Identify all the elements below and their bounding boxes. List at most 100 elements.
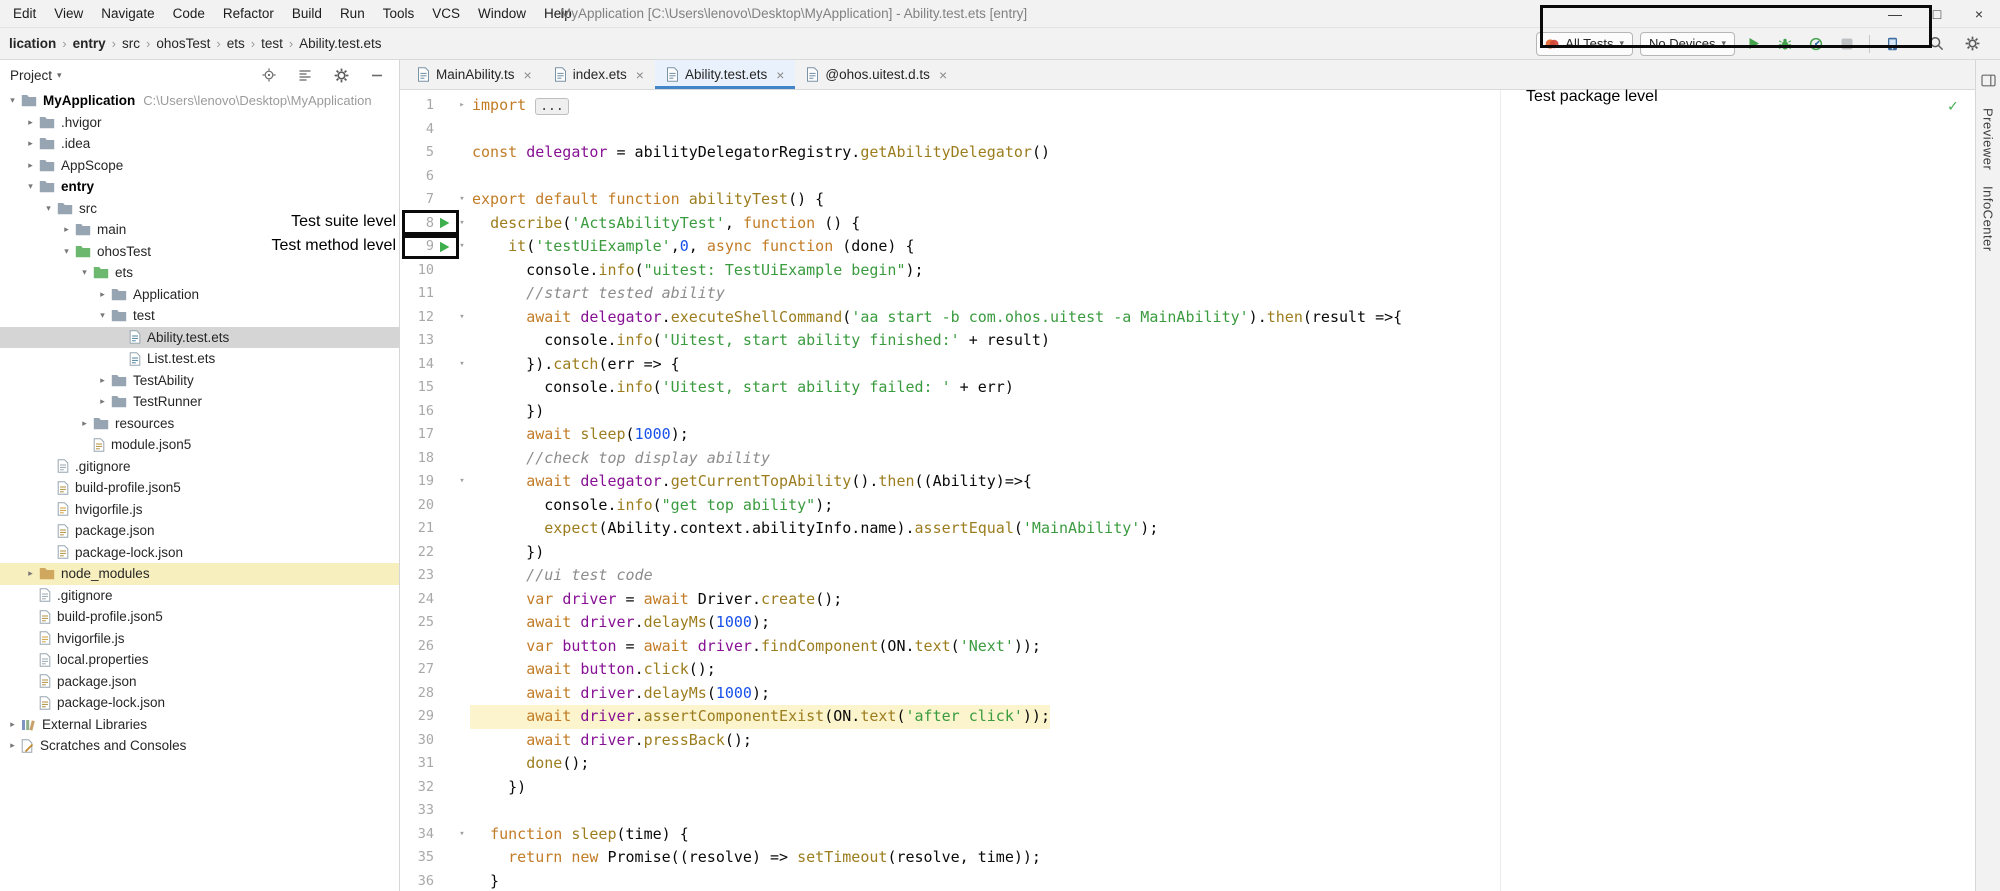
collapse-all-button[interactable] bbox=[293, 63, 317, 87]
code-line-22[interactable]: 22 }) bbox=[400, 541, 1975, 565]
menu-view[interactable]: View bbox=[45, 6, 92, 21]
menu-window[interactable]: Window bbox=[469, 6, 535, 21]
close-tab-icon[interactable]: × bbox=[636, 67, 644, 83]
tool-window-button-infocenter[interactable]: InfoCenter bbox=[1981, 186, 1996, 252]
tree-item-ets[interactable]: ▾ets bbox=[0, 262, 399, 284]
chevron-collapsed-icon[interactable]: ▸ bbox=[24, 568, 37, 579]
fold-open-icon[interactable]: ▾ bbox=[454, 188, 470, 212]
chevron-collapsed-icon[interactable]: ▸ bbox=[78, 418, 91, 429]
code-line-14[interactable]: 14▾ }).catch(err => { bbox=[400, 353, 1975, 377]
menu-refactor[interactable]: Refactor bbox=[214, 6, 283, 21]
menu-edit[interactable]: Edit bbox=[4, 6, 45, 21]
tree-item-build-profile-json5[interactable]: build-profile.json5 bbox=[0, 477, 399, 499]
debug-button[interactable] bbox=[1773, 32, 1797, 56]
chevron-expanded-icon[interactable]: ▾ bbox=[60, 246, 73, 257]
code-line-10[interactable]: 10 console.info("uitest: TestUiExample b… bbox=[400, 259, 1975, 283]
code-line-27[interactable]: 27 await button.click(); bbox=[400, 658, 1975, 682]
chevron-expanded-icon[interactable]: ▾ bbox=[24, 181, 37, 192]
chevron-expanded-icon[interactable]: ▾ bbox=[78, 267, 91, 278]
fold-open-icon[interactable]: ▾ bbox=[454, 212, 470, 236]
breadcrumb-ets[interactable]: ets bbox=[226, 36, 246, 51]
breadcrumb-lication[interactable]: lication bbox=[8, 36, 57, 51]
close-tab-icon[interactable]: × bbox=[939, 67, 947, 83]
code-line-35[interactable]: 35 return new Promise((resolve) => setTi… bbox=[400, 846, 1975, 870]
tree-item-hvigorfile-js[interactable]: hvigorfile.js bbox=[0, 499, 399, 521]
tree-item-ability-test-ets[interactable]: Ability.test.ets bbox=[0, 327, 399, 349]
profile-button[interactable] bbox=[1804, 32, 1828, 56]
tree-item-package-lock-json[interactable]: package-lock.json bbox=[0, 692, 399, 714]
code-line-4[interactable]: 4 bbox=[400, 118, 1975, 142]
hide-panel-button[interactable] bbox=[365, 63, 389, 87]
code-line-1[interactable]: 1▸import ... bbox=[400, 94, 1975, 118]
menu-navigate[interactable]: Navigate bbox=[92, 6, 163, 21]
tree-item-idea[interactable]: ▸.idea bbox=[0, 133, 399, 155]
tree-item-gitignore[interactable]: .gitignore bbox=[0, 585, 399, 607]
fold-open-icon[interactable]: ▾ bbox=[454, 823, 470, 847]
code-line-24[interactable]: 24 var driver = await Driver.create(); bbox=[400, 588, 1975, 612]
tree-item-myapplication[interactable]: ▾MyApplicationC:\Users\lenovo\Desktop\My… bbox=[0, 90, 399, 112]
code-line-5[interactable]: 5const delegator = abilityDelegatorRegis… bbox=[400, 141, 1975, 165]
tree-item-node-modules[interactable]: ▸node_modules bbox=[0, 563, 399, 585]
code-line-21[interactable]: 21 expect(Ability.context.abilityInfo.na… bbox=[400, 517, 1975, 541]
tree-item-hvigor[interactable]: ▸.hvigor bbox=[0, 112, 399, 134]
chevron-expanded-icon[interactable]: ▾ bbox=[6, 95, 19, 106]
code-line-6[interactable]: 6 bbox=[400, 165, 1975, 189]
fold-open-icon[interactable]: ▾ bbox=[454, 353, 470, 377]
tree-item-test[interactable]: ▾test bbox=[0, 305, 399, 327]
maximize-button[interactable]: □ bbox=[1916, 0, 1958, 28]
stop-button[interactable] bbox=[1835, 32, 1859, 56]
tool-window-button-previewer[interactable]: Previewer bbox=[1981, 108, 1996, 170]
code-line-34[interactable]: 34▾ function sleep(time) { bbox=[400, 823, 1975, 847]
inspection-ok-icon[interactable]: ✓ bbox=[1948, 96, 1958, 115]
tab-ohos-uitest-d-ts[interactable]: @ohos.uitest.d.ts× bbox=[795, 60, 958, 89]
code-line-25[interactable]: 25 await driver.delayMs(1000); bbox=[400, 611, 1975, 635]
settings-button[interactable] bbox=[1960, 32, 1984, 56]
menu-code[interactable]: Code bbox=[164, 6, 214, 21]
chevron-collapsed-icon[interactable]: ▸ bbox=[96, 396, 109, 407]
panel-settings-button[interactable] bbox=[329, 63, 353, 87]
code-line-33[interactable]: 33 bbox=[400, 799, 1975, 823]
tree-item-build-profile-json5[interactable]: build-profile.json5 bbox=[0, 606, 399, 628]
code-line-15[interactable]: 15 console.info('Uitest, start ability f… bbox=[400, 376, 1975, 400]
chevron-collapsed-icon[interactable]: ▸ bbox=[6, 719, 19, 730]
code-line-11[interactable]: 11 //start tested ability bbox=[400, 282, 1975, 306]
close-button[interactable]: × bbox=[1958, 0, 2000, 28]
code-line-8[interactable]: 8▾ describe('ActsAbilityTest', function … bbox=[400, 212, 1975, 236]
chevron-expanded-icon[interactable]: ▾ bbox=[42, 203, 55, 214]
breadcrumb-entry[interactable]: entry bbox=[72, 36, 107, 51]
tab-ability-test-ets[interactable]: Ability.test.ets× bbox=[655, 60, 795, 89]
project-view-selector[interactable]: Project bbox=[10, 68, 52, 83]
chevron-collapsed-icon[interactable]: ▸ bbox=[96, 289, 109, 300]
tree-item-gitignore[interactable]: .gitignore bbox=[0, 456, 399, 478]
close-tab-icon[interactable]: × bbox=[776, 67, 784, 83]
search-button[interactable] bbox=[1924, 32, 1948, 56]
tree-item-module-json5[interactable]: module.json5 bbox=[0, 434, 399, 456]
run-config-selector[interactable]: All Tests▾ bbox=[1536, 32, 1633, 56]
chevron-collapsed-icon[interactable]: ▸ bbox=[60, 224, 73, 235]
code-line-31[interactable]: 31 done(); bbox=[400, 752, 1975, 776]
code-line-32[interactable]: 32 }) bbox=[400, 776, 1975, 800]
chevron-collapsed-icon[interactable]: ▸ bbox=[24, 138, 37, 149]
tree-item-testability[interactable]: ▸TestAbility bbox=[0, 370, 399, 392]
tab-index-ets[interactable]: index.ets× bbox=[543, 60, 655, 89]
tree-item-package-json[interactable]: package.json bbox=[0, 671, 399, 693]
run-button[interactable] bbox=[1742, 32, 1766, 56]
chevron-collapsed-icon[interactable]: ▸ bbox=[24, 117, 37, 128]
menu-tools[interactable]: Tools bbox=[374, 6, 424, 21]
code-line-7[interactable]: 7▾export default function abilityTest() … bbox=[400, 188, 1975, 212]
code-line-36[interactable]: 36 } bbox=[400, 870, 1975, 891]
layout-icon[interactable] bbox=[1976, 68, 2000, 92]
tree-item-external-libraries[interactable]: ▸External Libraries bbox=[0, 714, 399, 736]
code-line-19[interactable]: 19▾ await delegator.getCurrentTopAbility… bbox=[400, 470, 1975, 494]
chevron-collapsed-icon[interactable]: ▸ bbox=[24, 160, 37, 171]
fold-open-icon[interactable]: ▾ bbox=[454, 235, 470, 259]
code-line-18[interactable]: 18 //check top display ability bbox=[400, 447, 1975, 471]
breadcrumb-src[interactable]: src bbox=[121, 36, 141, 51]
minimize-button[interactable]: — bbox=[1874, 0, 1916, 28]
tree-item-testrunner[interactable]: ▸TestRunner bbox=[0, 391, 399, 413]
code-line-23[interactable]: 23 //ui test code bbox=[400, 564, 1975, 588]
tree-item-entry[interactable]: ▾entry bbox=[0, 176, 399, 198]
tree-item-application[interactable]: ▸Application bbox=[0, 284, 399, 306]
tree-item-package-lock-json[interactable]: package-lock.json bbox=[0, 542, 399, 564]
run-test-icon[interactable] bbox=[434, 212, 454, 236]
